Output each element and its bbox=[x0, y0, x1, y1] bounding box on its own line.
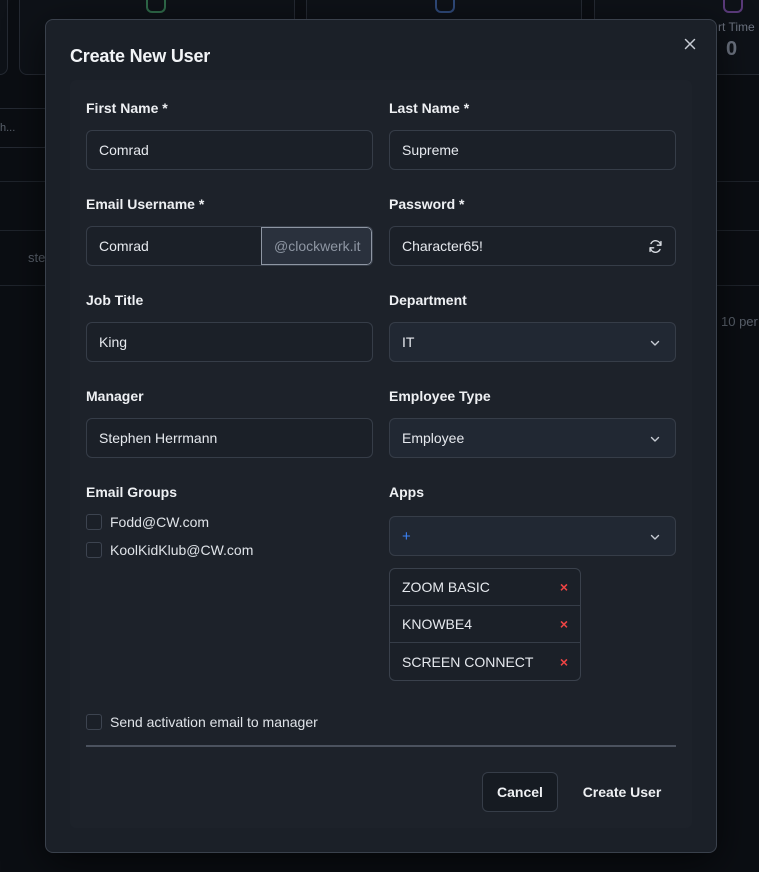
send-activation-label: Send activation email to manager bbox=[110, 714, 318, 730]
email-groups-field: Email Groups Fodd@CW.com KoolKidKlub@CW.… bbox=[86, 484, 373, 560]
job-title-field: Job Title King bbox=[86, 292, 373, 362]
password-label: Password * bbox=[389, 196, 465, 212]
create-user-modal: Create New User First Name * Comrad Last… bbox=[45, 19, 717, 853]
modal-title: Create New User bbox=[70, 46, 211, 66]
last-name-input[interactable]: Supreme bbox=[389, 130, 676, 170]
employee-type-label: Employee Type bbox=[389, 388, 491, 404]
manager-label: Manager bbox=[86, 388, 144, 404]
selected-apps-list: ZOOM BASIC × KNOWBE4 × SCREEN CONNECT × bbox=[389, 568, 581, 681]
last-name-label: Last Name * bbox=[389, 100, 470, 116]
employee-type-select[interactable]: Employee bbox=[389, 418, 676, 458]
checkbox[interactable] bbox=[86, 714, 102, 730]
email-group-label: Fodd@CW.com bbox=[110, 514, 210, 530]
create-user-button[interactable]: Create User bbox=[576, 772, 668, 812]
password-input-wrap: Character65! bbox=[389, 226, 676, 266]
cancel-button[interactable]: Cancel bbox=[482, 772, 558, 812]
email-group-item[interactable]: KoolKidKlub@CW.com bbox=[86, 540, 373, 560]
bg-stat-value: 0 bbox=[726, 38, 738, 60]
department-label: Department bbox=[389, 292, 467, 308]
department-select[interactable]: IT bbox=[389, 322, 676, 362]
manager-field: Manager Stephen Herrmann bbox=[86, 388, 373, 458]
email-username-label: Email Username * bbox=[86, 196, 205, 212]
app-tag: SCREEN CONNECT × bbox=[390, 643, 580, 680]
app-tag: ZOOM BASIC × bbox=[390, 569, 580, 606]
first-name-label: First Name * bbox=[86, 100, 168, 116]
last-name-field: Last Name * Supreme bbox=[389, 100, 676, 170]
plus-icon: + bbox=[402, 527, 411, 545]
refresh-icon[interactable] bbox=[648, 239, 663, 254]
email-group-item[interactable]: Fodd@CW.com bbox=[86, 512, 373, 532]
first-name-input[interactable]: Comrad bbox=[86, 130, 373, 170]
first-name-field: First Name * Comrad bbox=[86, 100, 373, 170]
apps-label: Apps bbox=[389, 484, 424, 500]
email-domain-addon: @clockwerk.it bbox=[261, 227, 372, 265]
close-icon[interactable] bbox=[682, 36, 698, 52]
password-field: Password * Character65! bbox=[389, 196, 676, 266]
checkbox[interactable] bbox=[86, 542, 102, 558]
chevron-down-icon bbox=[649, 530, 661, 542]
chevron-down-icon bbox=[649, 432, 661, 444]
manager-input[interactable]: Stephen Herrmann bbox=[86, 418, 373, 458]
bg-search-text: h... bbox=[0, 122, 16, 134]
employee-type-value: Employee bbox=[402, 430, 465, 446]
email-groups-label: Email Groups bbox=[86, 484, 178, 500]
checkbox[interactable] bbox=[86, 514, 102, 530]
bg-row-text: ste bbox=[28, 250, 46, 265]
email-username-group: Comrad @clockwerk.it bbox=[86, 226, 373, 266]
email-username-input[interactable]: Comrad bbox=[87, 227, 261, 265]
send-activation-option[interactable]: Send activation email to manager bbox=[86, 712, 318, 732]
remove-icon[interactable]: × bbox=[560, 616, 568, 632]
clock-icon bbox=[723, 0, 743, 13]
email-username-field: Email Username * Comrad @clockwerk.it bbox=[86, 196, 373, 266]
app-tag-label: KNOWBE4 bbox=[402, 616, 473, 632]
app-tag-label: ZOOM BASIC bbox=[402, 579, 490, 595]
email-group-label: KoolKidKlub@CW.com bbox=[110, 542, 254, 558]
apps-select[interactable]: + bbox=[389, 516, 676, 556]
divider bbox=[86, 745, 676, 747]
device-icon bbox=[435, 0, 455, 13]
chevron-down-icon bbox=[649, 336, 661, 348]
bg-card bbox=[0, 0, 8, 75]
department-field: Department IT bbox=[389, 292, 676, 362]
apps-field: Apps + bbox=[389, 484, 676, 556]
bg-pager-text: 10 per bbox=[721, 314, 758, 329]
job-title-label: Job Title bbox=[86, 292, 144, 308]
bg-stat-label: rt Time bbox=[718, 20, 755, 34]
app-tag-label: SCREEN CONNECT bbox=[402, 653, 534, 670]
employee-type-field: Employee Type Employee bbox=[389, 388, 676, 458]
department-value: IT bbox=[402, 334, 415, 350]
users-icon bbox=[146, 0, 166, 13]
remove-icon[interactable]: × bbox=[560, 579, 568, 595]
app-tag: KNOWBE4 × bbox=[390, 606, 580, 643]
job-title-input[interactable]: King bbox=[86, 322, 373, 362]
remove-icon[interactable]: × bbox=[560, 654, 568, 670]
modal-body: First Name * Comrad Last Name * Supreme … bbox=[70, 80, 692, 828]
password-input[interactable]: Character65! bbox=[402, 238, 483, 254]
